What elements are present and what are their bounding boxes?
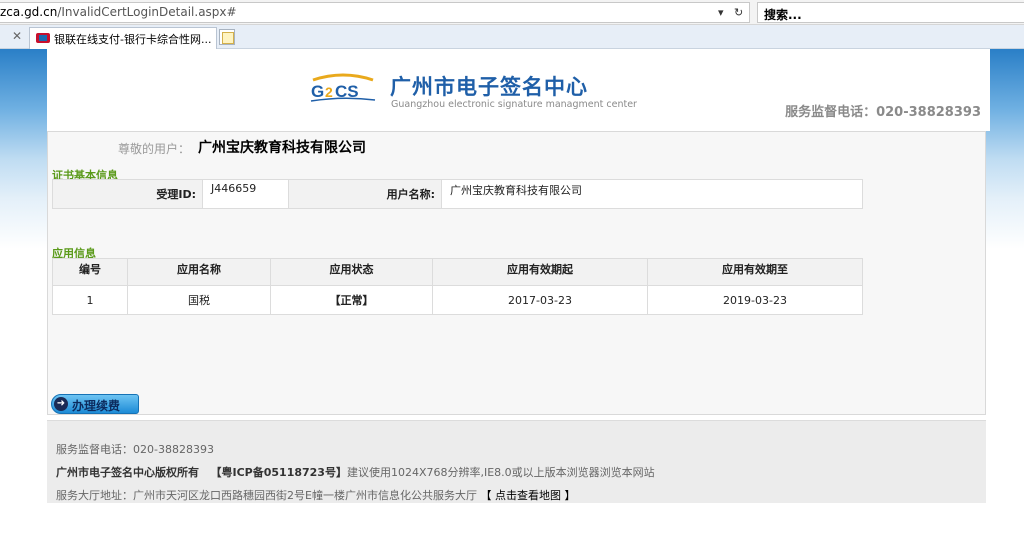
cert-info-table: 受理ID: J446659 用户名称: 广州宝庆教育科技有限公司 <box>52 179 863 209</box>
site-footer: 服务监督电话：020-38828393 广州市电子签名中心版权所有 【粤ICP备… <box>47 420 986 503</box>
renew-button[interactable]: ➜ 办理续费 <box>51 394 139 414</box>
header-phone: 服务监督电话：020-38828393 <box>785 105 981 120</box>
content-panel: 尊敬的用户： 广州宝庆教育科技有限公司 证书基本信息 受理ID: J446659… <box>47 131 986 415</box>
map-link[interactable]: 【 点击查看地图 】 <box>480 489 575 502</box>
search-input[interactable]: 搜索... <box>757 2 1024 23</box>
col-header-app-name: 应用名称 <box>127 258 271 286</box>
site-header: G 2 CS 广州市电子签名中心 Guangzhou electronic si… <box>47 49 990 131</box>
url-field[interactable]: zca.gd.cn/InvalidCertLoginDetail.aspx# ▾… <box>0 2 750 23</box>
refresh-icon[interactable]: ↻ <box>734 6 743 19</box>
svg-text:2: 2 <box>325 84 333 100</box>
app-info-table: 编号 应用名称 应用状态 应用有效期起 应用有效期至 1 国税 【正常】 201… <box>52 258 863 315</box>
username-value: 广州宝庆教育科技有限公司 <box>441 179 863 209</box>
browser-tab-bar: ✕ 银联在线支付-银行卡综合性网... <box>0 25 1024 49</box>
accept-id-value: J446659 <box>202 179 289 209</box>
footer-phone: 服务监督电话：020-38828393 <box>56 443 214 456</box>
user-name: 广州宝庆教育科技有限公司 <box>198 140 366 156</box>
footer-address: 服务大厅地址：广州市天河区龙口西路穗园西街2号E幢一楼广州市信息化公共服务大厅 <box>56 489 477 502</box>
renew-button-label: 办理续费 <box>72 399 121 413</box>
cell-app-name: 国税 <box>127 285 271 315</box>
gzcs-logo-icon: G 2 CS <box>310 73 376 102</box>
footer-address-line: 服务大厅地址：广州市天河区龙口西路穗园西街2号E幢一楼广州市信息化公共服务大厅 … <box>56 487 575 503</box>
cell-number: 1 <box>52 285 128 315</box>
new-tab-icon[interactable] <box>219 29 235 45</box>
footer-icp[interactable]: 【粤ICP备05118723号】 <box>211 466 347 479</box>
table-header-row: 编号 应用名称 应用状态 应用有效期起 应用有效期至 <box>52 258 863 286</box>
dropdown-arrow-icon[interactable]: ▾ <box>718 6 724 19</box>
col-header-valid-to: 应用有效期至 <box>647 258 863 286</box>
col-header-app-status: 应用状态 <box>270 258 433 286</box>
browser-address-bar: zca.gd.cn/InvalidCertLoginDetail.aspx# ▾… <box>0 0 1024 25</box>
browser-tab[interactable]: 银联在线支付-银行卡综合性网... <box>29 27 217 49</box>
col-header-valid-from: 应用有效期起 <box>432 258 648 286</box>
col-header-number: 编号 <box>52 258 128 286</box>
table-row: 1 国税 【正常】 2017-03-23 2019-03-23 <box>52 285 863 315</box>
username-label: 用户名称: <box>288 179 442 209</box>
close-tab-icon[interactable]: ✕ <box>12 29 22 43</box>
footer-copyright-line: 广州市电子签名中心版权所有 【粤ICP备05118723号】建议使用1024X7… <box>56 464 655 480</box>
site-title: 广州市电子签名中心 <box>390 75 588 99</box>
arrow-right-icon: ➜ <box>54 397 68 411</box>
cell-valid-from: 2017-03-23 <box>432 285 648 315</box>
site-subtitle: Guangzhou electronic signature managment… <box>391 99 637 110</box>
greeting-label: 尊敬的用户： <box>118 142 191 156</box>
url-text: zca.gd.cn/InvalidCertLoginDetail.aspx# <box>0 5 237 19</box>
cell-app-status: 【正常】 <box>270 285 433 315</box>
search-placeholder: 搜索... <box>764 8 802 22</box>
page-bottom-area <box>0 509 1024 547</box>
footer-copyright: 广州市电子签名中心版权所有 <box>56 466 199 479</box>
accept-id-label: 受理ID: <box>52 179 203 209</box>
cell-valid-to: 2019-03-23 <box>647 285 863 315</box>
unionpay-favicon-icon <box>36 33 50 43</box>
footer-browser-note: 建议使用1024X768分辨率,IE8.0或以上版本浏览器浏览本网站 <box>346 466 655 479</box>
svg-text:G: G <box>311 82 324 101</box>
tab-title: 银联在线支付-银行卡综合性网... <box>54 33 212 46</box>
